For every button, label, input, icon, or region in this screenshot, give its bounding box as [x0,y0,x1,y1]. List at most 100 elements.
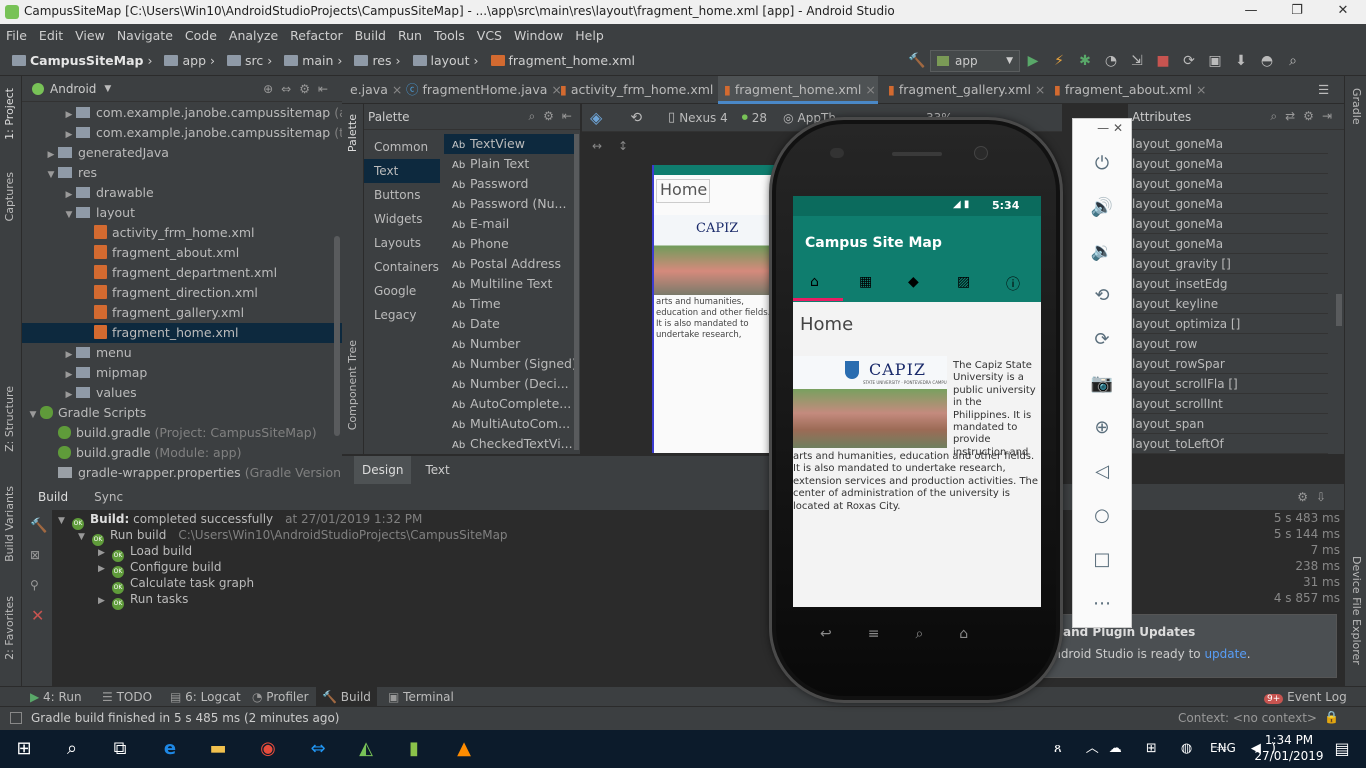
run-config-select[interactable]: app ▼ [930,50,1020,72]
build-tree-item[interactable]: ▶ OK Load build [98,543,192,562]
volume-down-icon[interactable]: 🔉 [1073,241,1131,262]
update-link[interactable]: update [1204,647,1246,661]
orientation-icon[interactable]: ⟲ [630,110,642,126]
text-tab[interactable]: Text [417,456,457,484]
palette-category-common[interactable]: Common [364,135,440,159]
tree-item[interactable]: ▼ layout [22,203,342,223]
collapsed-arrow-icon[interactable]: ▶ [62,105,76,125]
editor-tab[interactable]: ▮ fragment_home.xml × [718,76,878,104]
palette-category-containers[interactable]: Containers [364,255,440,279]
build-tool-tab[interactable]: 🔨 Build [316,687,377,707]
sync-tab[interactable]: Sync [94,490,123,504]
expanded-arrow-icon[interactable]: ▼ [26,405,40,425]
palette-item[interactable]: Ab Number (Deci... [444,374,574,394]
chevron-down-icon[interactable]: ▼ [104,84,111,94]
palette-item[interactable]: Ab AutoComplete... [444,394,574,414]
palette-item[interactable]: Ab Password [444,174,574,194]
palette-item[interactable]: Ab Multiline Text [444,274,574,294]
menu-vcs[interactable]: VCS [471,28,508,43]
language-indicator[interactable]: ENG [1210,741,1236,755]
tree-item[interactable]: fragment_department.xml [22,263,342,283]
device-select[interactable]: Nexus 4 [679,111,728,125]
collapsed-arrow-icon[interactable]: ▶ [44,145,58,165]
tree-item[interactable]: ▶ menu [22,343,342,363]
run-icon[interactable]: ▶ [1020,53,1046,69]
device-file-explorer-tab[interactable]: Device File Explorer [1350,556,1363,665]
expanded-arrow-icon[interactable]: ▼ [58,513,72,529]
build-tree-item[interactable]: ▼ OK Build: completed successfully at 27/01… [58,511,422,530]
screenshot-icon[interactable]: 📷 [1073,373,1131,394]
project-view-select[interactable]: Android [50,82,96,96]
breadcrumb-item[interactable]: fragment_home.xml [483,53,635,68]
menu-run[interactable]: Run [392,28,428,43]
editor-tab[interactable]: ⓒ fragmentHome.java × [400,76,562,104]
status-message[interactable]: Gradle build finished in 5 s 485 ms (2 m… [31,711,339,725]
menu-build[interactable]: Build [349,28,392,43]
vlc-icon[interactable]: ▲ [440,730,488,768]
avd-manager-icon[interactable]: ▣ [1202,53,1228,69]
menu-view[interactable]: View [69,28,111,43]
palette-item[interactable]: Ab Phone [444,234,574,254]
expanded-arrow-icon[interactable]: ▼ [62,205,76,225]
tree-item[interactable]: ▼ res [22,163,342,183]
editor-tab[interactable]: ▮ fragment_gallery.xml × [882,76,1045,104]
build-tab[interactable]: Build [38,490,68,504]
menu-navigate[interactable]: Navigate [111,28,179,43]
breadcrumb-item[interactable]: main › [276,53,342,68]
rotate-left-icon[interactable]: ⟲ [1073,285,1131,306]
palette-item[interactable]: Ab E-mail [444,214,574,234]
tree-item[interactable]: ▼ Gradle Scripts [22,403,342,423]
phone-hardware-buttons[interactable]: ↩≡⌕⌂ [820,626,1020,646]
start-button[interactable]: ⊞ [0,730,48,768]
close-icon[interactable]: ✕ [31,606,44,625]
attribute-row[interactable]: layout_goneMa [1128,214,1328,234]
tree-item[interactable]: gradle-wrapper.properties (Gradle Version… [22,463,346,483]
menu-refactor[interactable]: Refactor [284,28,348,43]
profiler-tool-tab[interactable]: ◔ Profiler [252,687,309,707]
palette-item[interactable]: Ab MultiAutoCom... [444,414,574,434]
attribute-row[interactable]: layout_rowSpar [1128,354,1328,374]
menu-window[interactable]: Window [508,28,569,43]
build-variants-tool-tab[interactable]: Build Variants [3,486,16,562]
breadcrumb-item[interactable]: layout › [405,53,479,68]
lock-icon[interactable]: 🔒 [1324,710,1339,724]
palette-item[interactable]: Ab Plain Text [444,154,574,174]
hammer-icon[interactable]: 🔨 [30,518,47,534]
build-panel-actions[interactable]: ⚙⇩ [1297,490,1334,504]
gradle-tool-tab[interactable]: Gradle [1350,88,1363,125]
resize-horizontal-icon[interactable]: ↔ [592,139,602,153]
collapsed-arrow-icon[interactable]: ▶ [62,365,76,385]
collapsed-arrow-icon[interactable]: ▶ [98,593,112,609]
palette-item[interactable]: Ab Number [444,334,574,354]
search-icon[interactable]: ⌕ [48,730,96,768]
logcat-tool-tab[interactable]: ▤ 6: Logcat [170,687,241,707]
rotate-right-icon[interactable]: ⟳ [1073,329,1131,350]
action-center-icon[interactable]: ▤ [1322,730,1362,768]
breadcrumb-item[interactable]: app › [156,53,215,68]
tree-item[interactable]: build.gradle (Module: app) [22,443,342,463]
chrome-icon[interactable]: ◉ [244,730,292,768]
palette-category-widgets[interactable]: Widgets [364,207,440,231]
event-log-tab[interactable]: 9+ Event Log [1264,687,1347,707]
tab-list-icon[interactable]: ☰ [1318,76,1329,104]
search-icon[interactable]: ⌕ [1280,53,1306,69]
tab-about-icon[interactable]: ⓘ [1006,274,1020,294]
teamviewer-icon[interactable]: ⇔ [294,730,342,768]
tree-item[interactable]: fragment_home.xml [22,323,342,343]
todo-tool-tab[interactable]: ☰ TODO [102,687,152,707]
hammer-icon[interactable]: 🔨 [904,53,930,69]
attribute-row[interactable]: layout_toLeftOf [1128,434,1328,454]
expanded-arrow-icon[interactable]: ▼ [78,529,92,545]
sdk-manager-icon[interactable]: ⬇ [1228,53,1254,69]
attributes-scrollbar[interactable] [1336,294,1342,326]
tree-item[interactable]: ▶ generatedJava [22,143,342,163]
android-studio-icon[interactable]: ◭ [342,730,390,768]
tree-scrollbar[interactable] [334,236,340,436]
attribute-row[interactable]: layout_goneMa [1128,194,1328,214]
menu-file[interactable]: File [0,28,33,43]
status-context[interactable]: Context: <no context> [1178,711,1317,725]
tab-department-icon[interactable]: ▦ [859,274,872,290]
editor-tab[interactable]: ▮ activity_frm_home.xml × [554,76,728,104]
menu-help[interactable]: Help [569,28,610,43]
profile-icon[interactable]: ◔ [1098,53,1124,69]
